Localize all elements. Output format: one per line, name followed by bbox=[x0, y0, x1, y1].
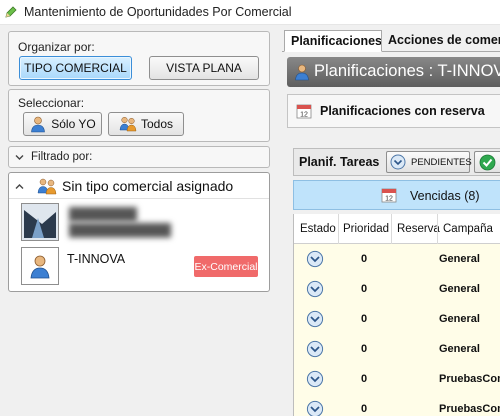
reserva-label: Planificaciones con reserva bbox=[320, 104, 485, 118]
commercial-group: Sin tipo comercial asignado ████████ ███… bbox=[8, 172, 270, 292]
title-bar: Mantenimiento de Oportunidades Por Comer… bbox=[0, 0, 500, 25]
priority-cell: 0 bbox=[361, 403, 368, 415]
list-item[interactable]: ████████ ████████████ bbox=[9, 201, 269, 243]
column-separator bbox=[437, 214, 438, 244]
status-badge: Ex-Comercial bbox=[194, 256, 258, 277]
select-label: Seleccionar: bbox=[18, 96, 85, 110]
filter-header[interactable]: Filtrado por: bbox=[8, 146, 270, 168]
item-name-blurred: ████████ bbox=[69, 207, 138, 221]
campaign-cell: PruebasCom bbox=[439, 373, 500, 385]
filter-label: Filtrado por: bbox=[31, 151, 93, 163]
users-icon bbox=[37, 178, 57, 195]
todos-button[interactable]: Todos bbox=[108, 112, 184, 136]
vencidas-label: Vencidas (8) bbox=[410, 189, 480, 203]
column-header-prioridad[interactable]: Prioridad bbox=[343, 223, 389, 235]
pendientes-button[interactable]: PENDIENTES bbox=[386, 151, 472, 173]
planificaciones-title: Planificaciones : T-INNOVA bbox=[314, 62, 500, 80]
solo-yo-label: Sólo YO bbox=[51, 117, 96, 131]
group-header[interactable]: Sin tipo comercial asignado bbox=[9, 173, 269, 199]
campaign-cell: General bbox=[439, 253, 480, 265]
chevron-down-icon bbox=[15, 155, 24, 160]
chevron-down-circle-icon bbox=[390, 154, 406, 170]
item-subtitle-blurred: ████████████ bbox=[69, 223, 172, 237]
table-row[interactable]: 0 General bbox=[294, 244, 500, 274]
organize-panel: Organizar por: TIPO COMERCIAL VISTA PLAN… bbox=[8, 31, 270, 86]
completed-button[interactable] bbox=[474, 151, 500, 173]
item-name: T-INNOVA bbox=[67, 252, 126, 266]
list-item[interactable]: T-INNOVA Ex-Comercial bbox=[9, 245, 269, 289]
table-row[interactable]: 0 PruebasCom bbox=[294, 364, 500, 394]
vista-plana-button[interactable]: VISTA PLANA bbox=[149, 56, 259, 80]
priority-cell: 0 bbox=[361, 253, 368, 265]
avatar bbox=[21, 247, 59, 285]
campaign-cell: General bbox=[439, 313, 480, 325]
pendientes-label: PENDIENTES bbox=[411, 157, 472, 168]
tasks-toolbar: Planif. Tareas PENDIENTES bbox=[293, 148, 500, 176]
planificaciones-header: Planificaciones : T-INNOVA bbox=[287, 57, 500, 87]
pencil-icon bbox=[5, 6, 17, 18]
chevron-down-circle-icon bbox=[306, 340, 324, 358]
user-icon bbox=[31, 116, 46, 133]
tab-strip: Planificaciones Acciones de comercio bbox=[282, 28, 500, 52]
tasks-grid: Estado Prioridad Reserva Campaña 0 Genera… bbox=[293, 214, 500, 416]
organize-label: Organizar por: bbox=[18, 40, 95, 54]
column-header-campana[interactable]: Campaña bbox=[443, 223, 493, 235]
grid-header: Estado Prioridad Reserva Campaña bbox=[294, 214, 500, 244]
photo-icon bbox=[22, 204, 58, 240]
tipo-comercial-label: TIPO COMERCIAL bbox=[24, 61, 127, 75]
select-panel: Seleccionar: Sólo YO Todos bbox=[8, 89, 270, 142]
tab-planificaciones[interactable]: Planificaciones bbox=[284, 30, 382, 52]
chevron-down-circle-icon bbox=[306, 280, 324, 298]
priority-cell: 0 bbox=[361, 313, 368, 325]
group-title: Sin tipo comercial asignado bbox=[62, 178, 234, 194]
vista-plana-label: VISTA PLANA bbox=[166, 61, 242, 75]
solo-yo-button[interactable]: Sólo YO bbox=[23, 112, 102, 136]
svg-text:12: 12 bbox=[385, 196, 393, 203]
collapse-caret-icon bbox=[15, 184, 24, 189]
table-row[interactable]: 0 General bbox=[294, 334, 500, 364]
priority-cell: 0 bbox=[361, 343, 368, 355]
tipo-comercial-button[interactable]: TIPO COMERCIAL bbox=[19, 56, 132, 80]
chevron-down-circle-icon bbox=[306, 250, 324, 268]
reserva-section[interactable]: 12 Planificaciones con reserva bbox=[287, 94, 500, 128]
calendar-icon: 12 bbox=[296, 104, 312, 119]
svg-text:12: 12 bbox=[300, 112, 308, 119]
check-circle-icon bbox=[479, 154, 496, 171]
column-header-estado[interactable]: Estado bbox=[300, 223, 336, 235]
campaign-cell: General bbox=[439, 343, 480, 355]
chevron-down-circle-icon bbox=[306, 310, 324, 328]
window-title: Mantenimiento de Oportunidades Por Comer… bbox=[24, 5, 292, 19]
priority-cell: 0 bbox=[361, 373, 368, 385]
column-separator bbox=[391, 214, 392, 244]
chevron-down-circle-icon bbox=[306, 370, 324, 388]
column-header-reserva[interactable]: Reserva bbox=[397, 223, 440, 235]
user-icon bbox=[295, 64, 309, 81]
calendar-icon: 12 bbox=[381, 188, 397, 203]
table-row[interactable]: 0 General bbox=[294, 304, 500, 334]
campaign-cell: PruebasCom bbox=[439, 403, 500, 415]
table-row[interactable]: 0 PruebasCom bbox=[294, 394, 500, 416]
users-icon bbox=[119, 116, 137, 132]
column-separator bbox=[338, 214, 339, 244]
todos-label: Todos bbox=[140, 117, 174, 131]
user-icon bbox=[22, 248, 58, 284]
vencidas-group[interactable]: 12 Vencidas (8) bbox=[293, 180, 500, 210]
chevron-down-circle-icon bbox=[306, 400, 324, 416]
tasks-label: Planif. Tareas bbox=[299, 155, 380, 169]
campaign-cell: General bbox=[439, 283, 480, 295]
priority-cell: 0 bbox=[361, 283, 368, 295]
tab-acciones-comercio[interactable]: Acciones de comercio bbox=[382, 30, 500, 52]
table-row[interactable]: 0 General bbox=[294, 274, 500, 304]
avatar bbox=[21, 203, 59, 241]
